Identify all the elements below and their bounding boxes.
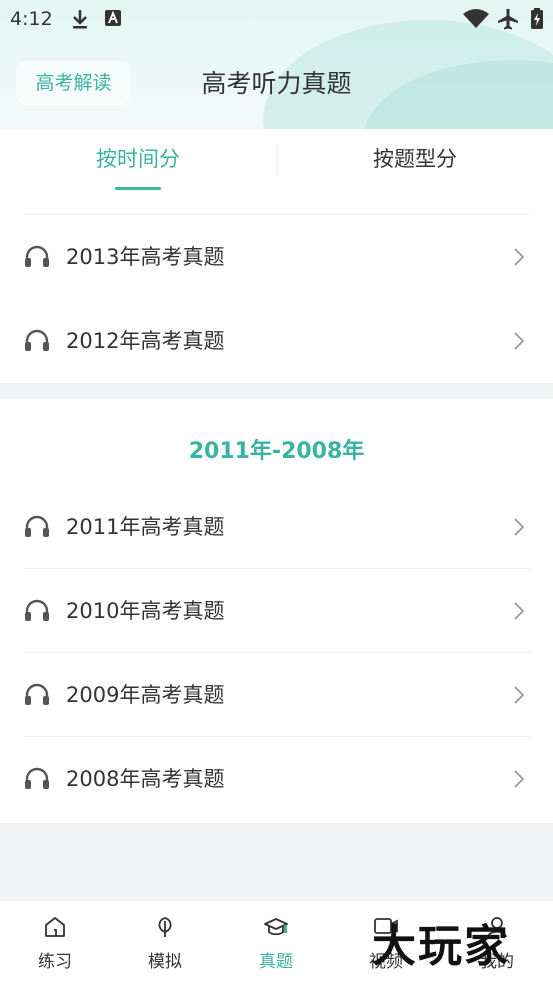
headphones-icon <box>25 767 49 789</box>
headphones-icon <box>25 599 49 621</box>
tab-by-time[interactable]: 按时间分 <box>0 129 276 215</box>
airplane-icon <box>498 9 518 30</box>
nav-mock-exam[interactable]: 模拟 <box>110 901 220 985</box>
headphones-icon <box>25 515 49 537</box>
chevron-right-icon <box>514 770 525 788</box>
exam-list-recent: 2013年高考真题 2012年高考真题 <box>0 215 553 383</box>
wifi-icon <box>463 9 489 28</box>
page-title: 高考听力真题 <box>201 69 352 98</box>
headphones-icon <box>25 329 49 351</box>
list-item[interactable]: 2009年高考真题 <box>24 653 530 737</box>
list-item-label: 2010年高考真题 <box>66 599 225 623</box>
list-item-label: 2008年高考真题 <box>66 767 225 791</box>
watermark: 大玩家 <box>372 921 510 972</box>
graduation-cap-icon <box>264 918 288 936</box>
chevron-right-icon <box>514 518 525 536</box>
nav-practice[interactable]: 练习 <box>0 901 110 985</box>
active-tab-indicator <box>115 187 161 190</box>
nav-real-exams[interactable]: 真题 <box>221 901 331 985</box>
chevron-right-icon <box>514 686 525 704</box>
nav-label: 模拟 <box>148 952 182 972</box>
nav-label: 练习 <box>38 952 72 972</box>
group-title: 2011年-2008年 <box>188 439 365 464</box>
chevron-right-icon <box>514 332 525 350</box>
list-item[interactable]: 2013年高考真题 <box>24 215 530 299</box>
exam-list-2011-2008: 2011年-2008年 2011年高考真题 2010年高考真题 2009年高考真… <box>0 399 553 823</box>
list-item[interactable]: 2008年高考真题 <box>24 737 530 821</box>
list-item[interactable]: 2011年高考真题 <box>24 485 530 569</box>
list-item-label: 2011年高考真题 <box>66 515 225 539</box>
status-time: 4:12 <box>10 8 53 30</box>
status-bar: 4:12 <box>0 0 553 38</box>
chevron-right-icon <box>514 248 525 266</box>
list-item-label: 2009年高考真题 <box>66 683 225 707</box>
battery-icon <box>531 8 543 29</box>
header: 4:12 高考解读 高考听力真题 <box>0 0 553 129</box>
tab-bar: 按时间分 按题型分 <box>0 129 553 215</box>
app-notification-icon <box>105 10 121 26</box>
nav-label: 真题 <box>259 952 293 972</box>
chevron-right-icon <box>514 602 525 620</box>
headphones-icon <box>25 683 49 705</box>
list-item-label: 2013年高考真题 <box>66 245 225 269</box>
leaf-icon <box>158 917 172 937</box>
tab-by-question-type[interactable]: 按题型分 <box>277 129 553 215</box>
list-item[interactable]: 2010年高考真题 <box>24 569 530 653</box>
headphones-icon <box>25 245 49 267</box>
list-item-label: 2012年高考真题 <box>66 329 225 353</box>
list-item[interactable]: 2012年高考真题 <box>24 299 530 383</box>
download-icon <box>73 10 87 29</box>
home-icon <box>45 917 65 937</box>
